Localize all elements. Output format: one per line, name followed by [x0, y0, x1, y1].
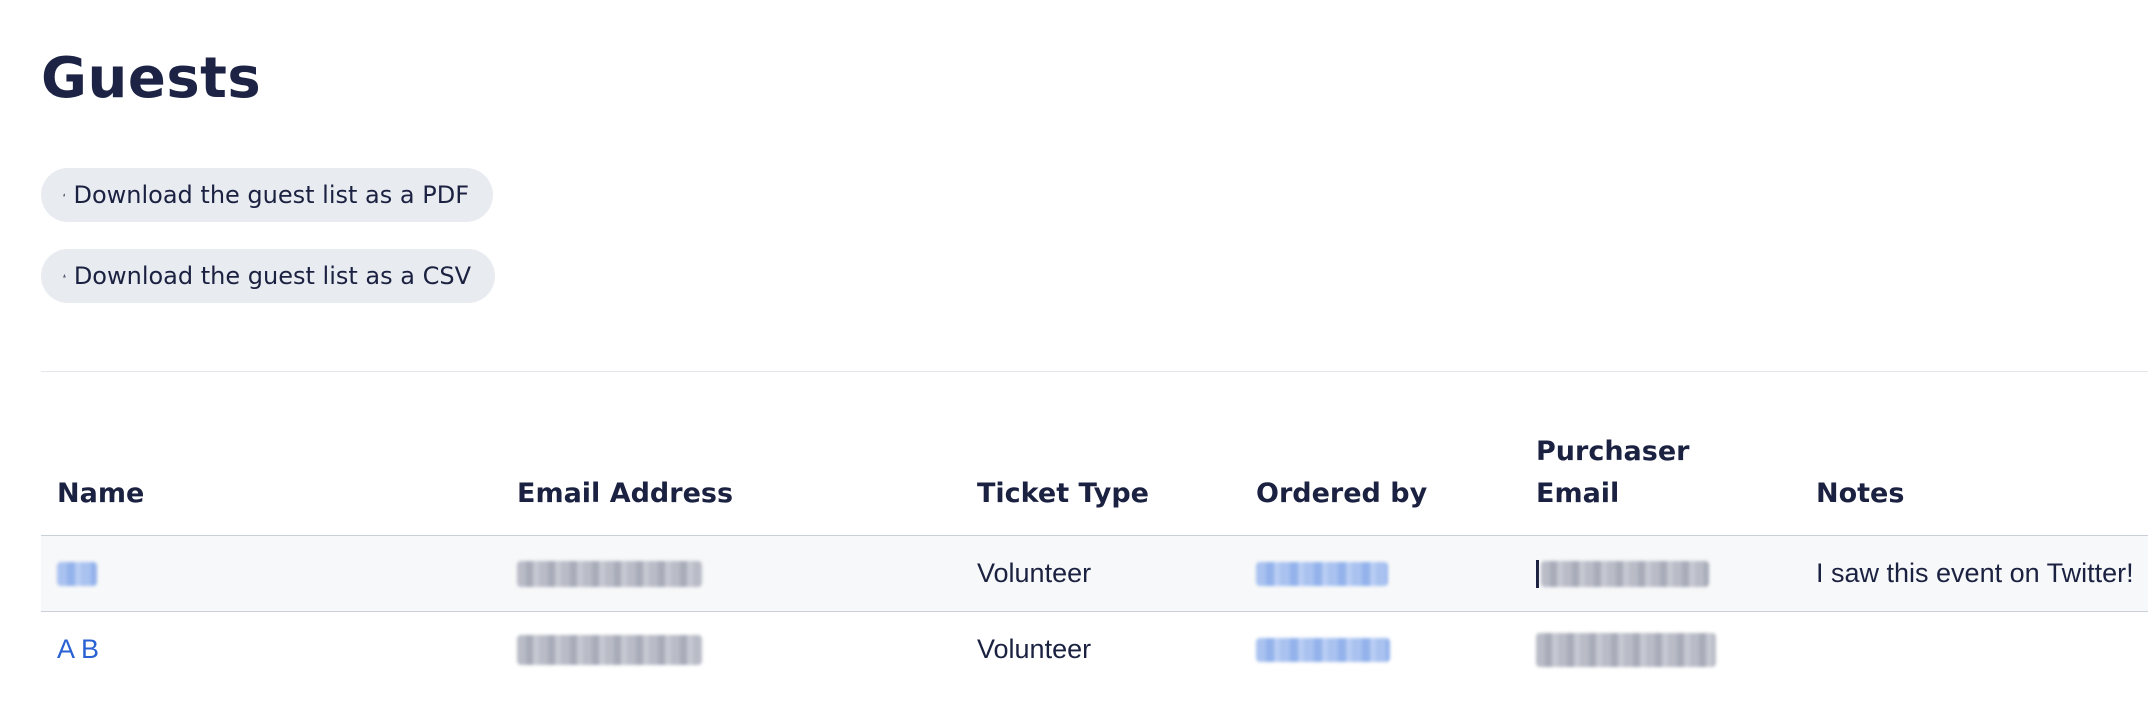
- redacted-name: [57, 561, 97, 586]
- guest-table: Name Email Address Ticket Type Ordered b…: [41, 420, 2148, 687]
- header-ticket-type: Ticket Type: [977, 478, 1149, 509]
- redacted-ordered-by: [1256, 637, 1390, 662]
- redacted-email: [517, 634, 702, 665]
- redacted-email: [517, 560, 702, 587]
- guest-name-link[interactable]: [57, 536, 97, 611]
- guest-name-link[interactable]: A B: [57, 612, 99, 687]
- header-name: Name: [57, 478, 145, 509]
- ticket-type-cell: Volunteer: [977, 558, 1092, 588]
- section-divider: [41, 371, 2148, 372]
- header-email: Email Address: [517, 478, 734, 509]
- header-notes: Notes: [1816, 478, 1905, 509]
- guest-email-cell: [517, 536, 702, 611]
- redacted-ordered-by: [1256, 561, 1388, 586]
- header-purchaser-email-line2: Email: [1536, 478, 1620, 509]
- header-purchaser-email-line1: Purchaser: [1536, 436, 1690, 467]
- header-purchaser-email: Purchaser Email: [1536, 431, 1689, 515]
- download-pdf-button[interactable]: Download the guest list as a PDF: [41, 168, 493, 222]
- ordered-by-link[interactable]: [1256, 536, 1388, 611]
- ticket-type-cell: Volunteer: [977, 634, 1092, 664]
- ordered-by-link[interactable]: [1256, 612, 1390, 687]
- download-icon: [63, 193, 66, 197]
- download-csv-label: Download the guest list as a CSV: [73, 262, 471, 290]
- download-pdf-label: Download the guest list as a PDF: [73, 181, 469, 209]
- purchaser-email-cell: [1536, 536, 1709, 611]
- table-header: Name Email Address Ticket Type Ordered b…: [41, 420, 2148, 536]
- page-title: Guests: [41, 46, 262, 111]
- redacted-purchaser-email: [1541, 560, 1709, 587]
- table-row: Volunteer I saw this event on Twitter!: [41, 536, 2148, 612]
- purchaser-email-cell: [1536, 612, 1716, 687]
- download-icon: [63, 274, 66, 278]
- text-caret: [1536, 559, 1539, 588]
- download-csv-button[interactable]: Download the guest list as a CSV: [41, 249, 495, 303]
- header-ordered-by: Ordered by: [1256, 478, 1428, 509]
- guest-email-cell: [517, 612, 702, 687]
- redacted-purchaser-email: [1536, 632, 1716, 667]
- notes-cell: I saw this event on Twitter!: [1816, 558, 2134, 588]
- guests-page: Guests Download the guest list as a PDF …: [41, 0, 2148, 722]
- table-row: A B Volunteer: [41, 612, 2148, 687]
